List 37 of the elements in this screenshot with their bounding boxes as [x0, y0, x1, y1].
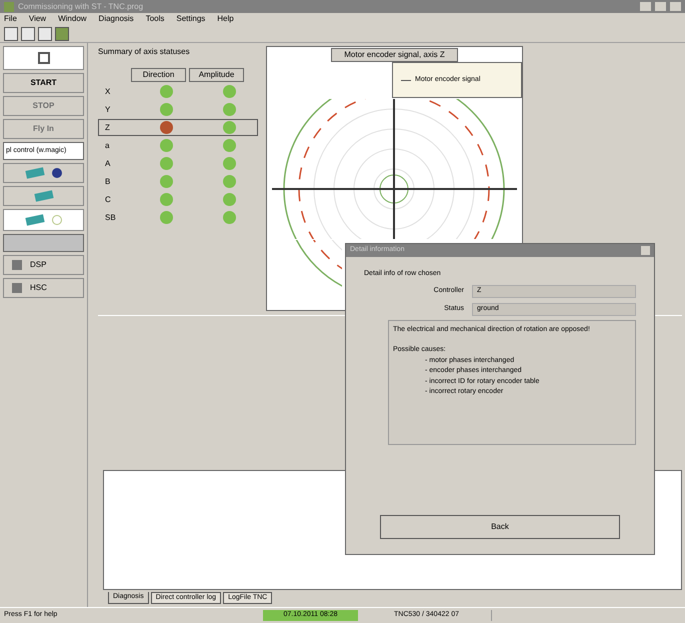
- table-row[interactable]: a: [98, 137, 258, 154]
- axis-label: Z: [104, 122, 111, 134]
- window-icon[interactable]: [4, 26, 18, 40]
- table-row[interactable]: Y: [98, 101, 258, 118]
- axis-label: a: [104, 140, 110, 152]
- window-title: Commissioning with ST - TNC.prog: [18, 0, 144, 12]
- axis-label: C: [104, 194, 112, 206]
- column-header[interactable]: Direction: [131, 68, 186, 82]
- table-row[interactable]: Z: [98, 119, 258, 136]
- sidebar-button[interactable]: START: [3, 73, 84, 93]
- table-row[interactable]: C: [98, 191, 258, 208]
- axis-label: SB: [104, 212, 117, 224]
- column-header[interactable]: Amplitude: [189, 68, 244, 82]
- chart-title: Motor encoder signal, axis Z: [331, 48, 458, 62]
- menu-item[interactable]: Diagnosis: [98, 13, 134, 25]
- table-row[interactable]: SB: [98, 209, 258, 226]
- tool-button[interactable]: DSP: [3, 255, 84, 275]
- axis-label: X: [104, 86, 112, 98]
- menu-item[interactable]: Tools: [146, 13, 164, 25]
- chip-icon[interactable]: [55, 26, 69, 40]
- menu-item[interactable]: View: [28, 13, 46, 25]
- table-title: Summary of axis statuses: [98, 46, 191, 58]
- panel-icon[interactable]: [21, 26, 35, 40]
- table-row[interactable]: B: [98, 173, 258, 190]
- back-button[interactable]: Back: [380, 514, 620, 538]
- table-row[interactable]: X: [98, 83, 258, 100]
- table-row[interactable]: A: [98, 155, 258, 172]
- menu-item[interactable]: File: [4, 13, 17, 25]
- menu-item[interactable]: Help: [217, 13, 234, 25]
- axis-label: B: [104, 176, 112, 188]
- menu-item[interactable]: Settings: [176, 13, 206, 25]
- tool-button[interactable]: HSC: [3, 278, 84, 298]
- menu-item[interactable]: Window: [58, 13, 87, 25]
- axis-label: A: [104, 158, 112, 170]
- axis-label: Y: [104, 104, 112, 116]
- document-icon[interactable]: [38, 26, 52, 40]
- app-icon: [4, 2, 14, 12]
